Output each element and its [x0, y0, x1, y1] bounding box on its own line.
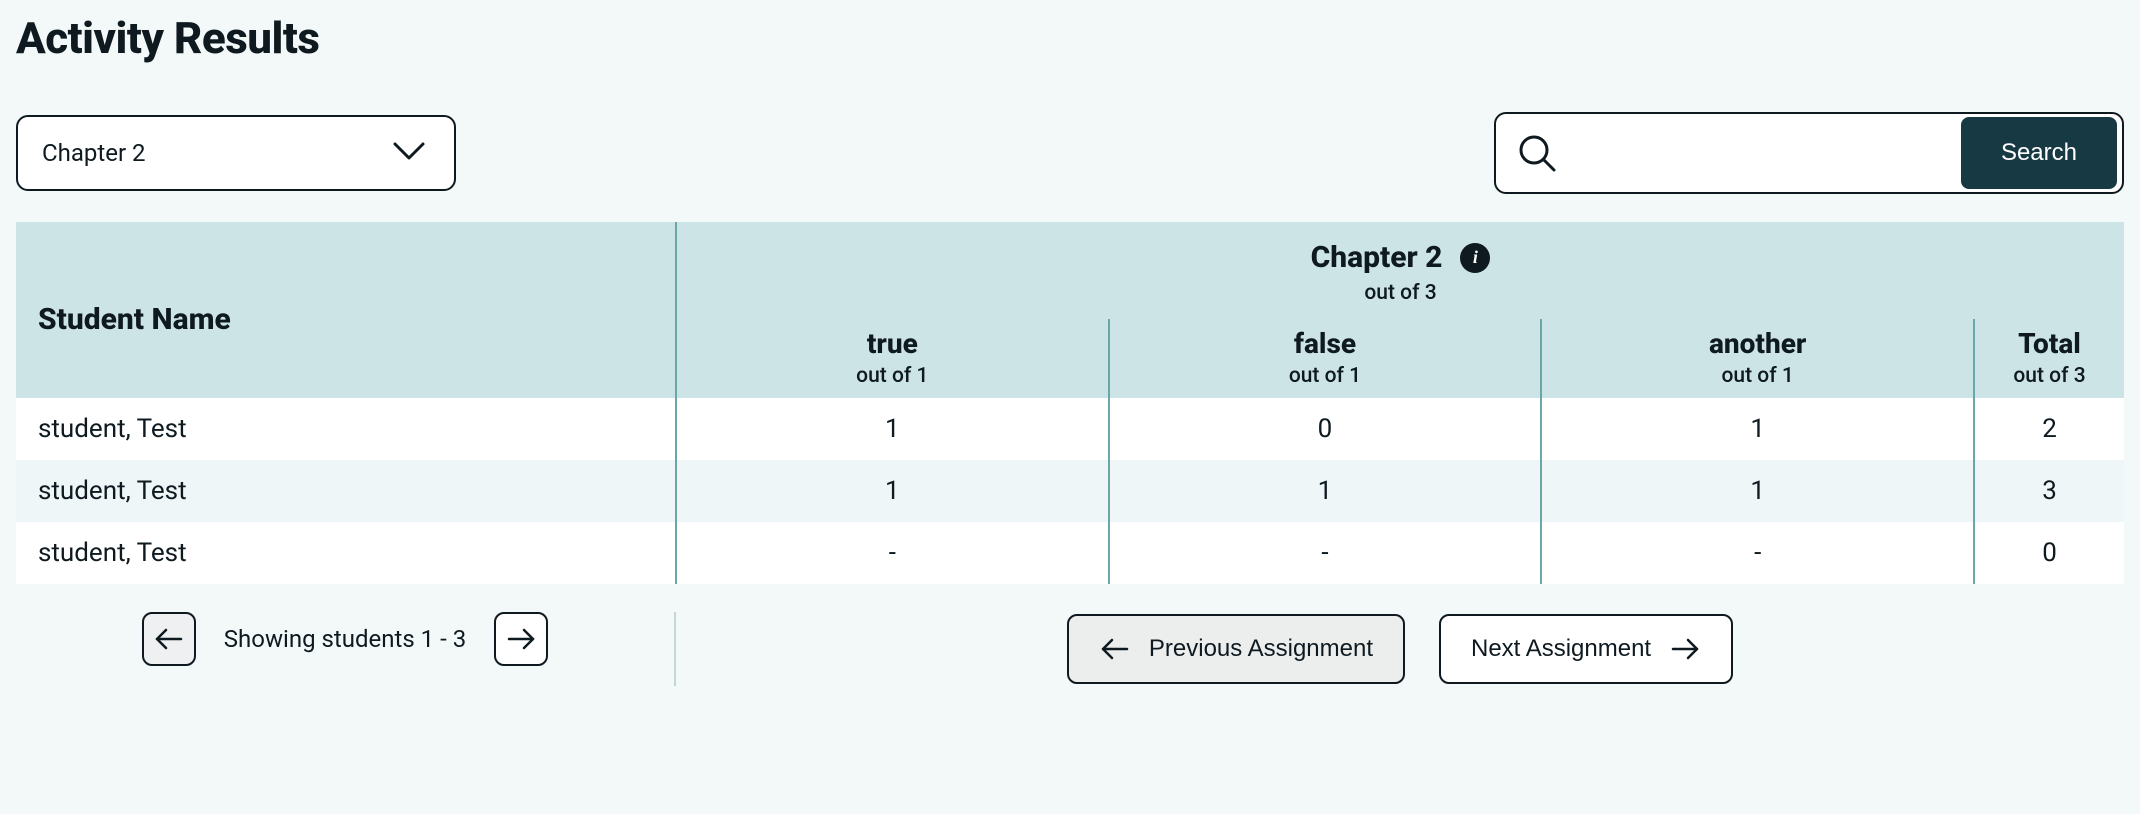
score-cell: 0: [1109, 398, 1542, 460]
top-controls: Chapter 2 Search: [16, 112, 2124, 194]
next-students-button[interactable]: [494, 612, 548, 666]
chevron-down-icon: [392, 140, 426, 166]
score-cell: 1: [1541, 460, 1974, 522]
results-table: Student Name Chapter 2 i out of 3 true o…: [16, 222, 2124, 584]
footer-controls: Showing students 1 - 3 Previous Assignme…: [16, 584, 2124, 686]
total-cell: 0: [1974, 522, 2124, 584]
chapter-select-value: Chapter 2: [42, 139, 146, 167]
score-cell: -: [1109, 522, 1542, 584]
info-icon[interactable]: i: [1460, 243, 1490, 273]
next-assignment-button[interactable]: Next Assignment: [1439, 614, 1733, 684]
search-icon: [1516, 132, 1558, 174]
results-table-card: Student Name Chapter 2 i out of 3 true o…: [16, 222, 2124, 584]
student-pagination: Showing students 1 - 3: [16, 612, 676, 686]
arrow-right-icon: [505, 627, 537, 651]
col-header-total: Total out of 3: [1974, 319, 2124, 398]
search-box: Search: [1494, 112, 2124, 194]
score-cell: 1: [1109, 460, 1542, 522]
col-header-student-name: Student Name: [16, 222, 676, 398]
total-cell: 3: [1974, 460, 2124, 522]
col-header-false: false out of 1: [1109, 319, 1542, 398]
pagination-text: Showing students 1 - 3: [224, 625, 466, 653]
chapter-outof: out of 3: [677, 281, 2124, 319]
arrow-left-icon: [153, 627, 185, 651]
arrow-left-icon: [1099, 637, 1131, 661]
prev-students-button[interactable]: [142, 612, 196, 666]
score-cell: 1: [676, 460, 1109, 522]
search-button[interactable]: Search: [1961, 117, 2117, 189]
student-name-cell: student, Test: [16, 460, 676, 522]
search-input[interactable]: [1572, 119, 1947, 187]
student-name-cell: student, Test: [16, 522, 676, 584]
assignment-nav: Previous Assignment Next Assignment: [676, 614, 2124, 684]
col-header-chapter-group: Chapter 2 i out of 3: [676, 222, 2124, 319]
previous-assignment-button[interactable]: Previous Assignment: [1067, 614, 1405, 684]
chapter-title: Chapter 2: [1311, 240, 1443, 275]
page-title: Activity Results: [16, 12, 2124, 64]
arrow-right-icon: [1669, 637, 1701, 661]
total-cell: 2: [1974, 398, 2124, 460]
score-cell: -: [1541, 522, 1974, 584]
next-assignment-label: Next Assignment: [1471, 635, 1651, 663]
score-cell: 1: [676, 398, 1109, 460]
previous-assignment-label: Previous Assignment: [1149, 635, 1373, 663]
score-cell: 1: [1541, 398, 1974, 460]
score-cell: -: [676, 522, 1109, 584]
col-header-true: true out of 1: [676, 319, 1109, 398]
table-row: student, Test 1 0 1 2: [16, 398, 2124, 460]
table-row: student, Test 1 1 1 3: [16, 460, 2124, 522]
chapter-select[interactable]: Chapter 2: [16, 115, 456, 191]
student-name-cell: student, Test: [16, 398, 676, 460]
table-row: student, Test - - - 0: [16, 522, 2124, 584]
col-header-another: another out of 1: [1541, 319, 1974, 398]
